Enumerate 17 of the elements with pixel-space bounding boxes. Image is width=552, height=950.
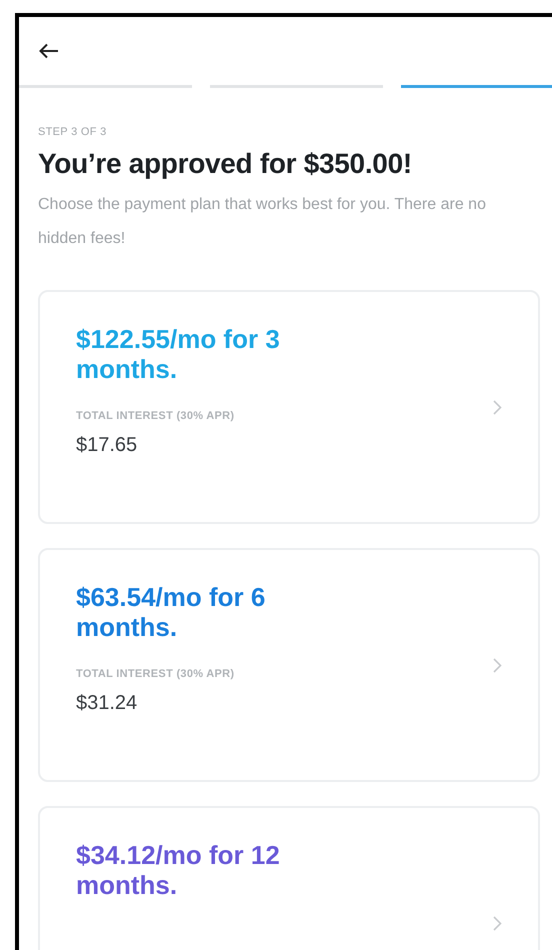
plan-title: $63.54/mo for 6 months. xyxy=(76,582,266,642)
payment-plan-card[interactable]: $63.54/mo for 6 months. TOTAL INTEREST (30% APR) $31.24 xyxy=(38,548,540,782)
plan-title: $122.55/mo for 3 months. xyxy=(76,324,281,384)
chevron-right-icon xyxy=(493,400,502,414)
description-text: Choose the payment plan that works best for you. There are no hidden fees! xyxy=(38,195,487,249)
chevron-right-icon xyxy=(493,916,502,930)
step-label: STEP 3 OF 3 xyxy=(38,126,108,138)
interest-label: TOTAL INTEREST (30% APR) xyxy=(76,410,236,422)
interest-amount: $31.24 xyxy=(76,692,138,715)
plan-title: $34.12/mo for 12 months. xyxy=(76,840,281,900)
payment-plan-card[interactable]: $122.55/mo for 3 months. TOTAL INTEREST (30% APR) $17.65 xyxy=(38,290,540,524)
back-arrow-icon xyxy=(39,43,59,59)
interest-label: TOTAL INTEREST (30% APR) xyxy=(76,668,236,680)
interest-amount: $17.65 xyxy=(76,434,138,457)
chevron-right-icon xyxy=(493,658,502,672)
page-title: You’re approved for $350.00! xyxy=(38,148,413,180)
payment-plan-card[interactable]: $34.12/mo for 12 months. xyxy=(38,806,540,950)
